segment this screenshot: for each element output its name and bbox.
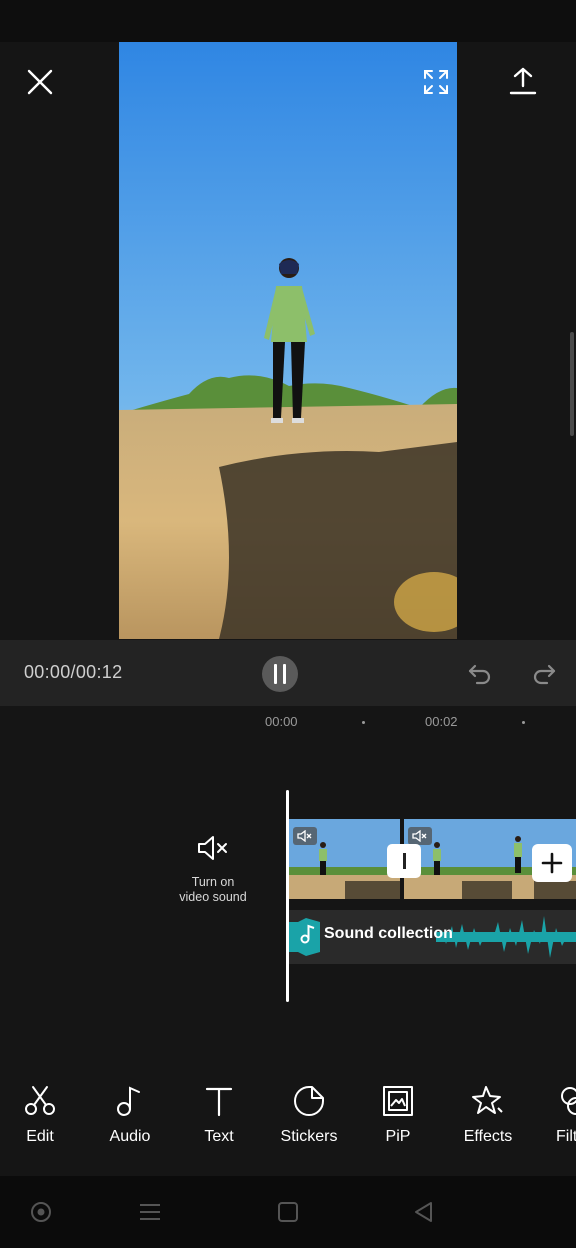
home-icon bbox=[278, 1202, 298, 1222]
system-nav-bar bbox=[0, 1176, 576, 1248]
fullscreen-icon bbox=[424, 70, 448, 94]
add-clip-button[interactable] bbox=[532, 844, 572, 882]
undo-icon bbox=[468, 664, 491, 685]
clip-muted-badge bbox=[408, 827, 432, 845]
ruler-dot bbox=[522, 721, 525, 724]
close-icon bbox=[27, 69, 53, 95]
video-preview-frame[interactable] bbox=[119, 42, 457, 639]
tool-label: Text bbox=[204, 1128, 234, 1145]
ruler-tick: 00:00 bbox=[265, 714, 298, 729]
tool-text[interactable]: Text bbox=[179, 1084, 259, 1154]
redo-button[interactable] bbox=[526, 656, 562, 692]
time-ruler: 00:00 00:02 bbox=[0, 706, 576, 736]
pip-icon bbox=[383, 1086, 413, 1116]
menu-icon bbox=[140, 1204, 160, 1220]
transition-icon bbox=[402, 853, 406, 869]
export-upload-icon bbox=[509, 67, 537, 95]
music-note-icon bbox=[117, 1086, 140, 1116]
tool-stickers[interactable]: Stickers bbox=[269, 1084, 349, 1154]
tool-edit[interactable]: Edit bbox=[0, 1084, 80, 1154]
speaker-muted-icon bbox=[198, 836, 227, 860]
status-bar bbox=[0, 0, 576, 42]
timecode: 00:00/00:12 bbox=[24, 662, 123, 682]
pause-icon-bar bbox=[274, 664, 277, 684]
assistant-icon bbox=[31, 1202, 51, 1222]
video-preview-area bbox=[0, 42, 576, 640]
playhead[interactable] bbox=[286, 790, 289, 1002]
video-sound-label-line1: Turn on bbox=[191, 875, 235, 889]
scroll-indicator[interactable] bbox=[570, 332, 574, 436]
video-clip[interactable] bbox=[289, 819, 400, 899]
tool-label: Filt bbox=[556, 1128, 576, 1145]
turn-on-video-sound-button[interactable]: Turn on video sound bbox=[170, 834, 256, 905]
transition-button[interactable] bbox=[387, 844, 421, 878]
scissors-icon bbox=[25, 1086, 55, 1115]
effects-star-icon bbox=[472, 1086, 503, 1114]
tool-label: Audio bbox=[109, 1128, 151, 1145]
audio-track[interactable]: Sound collection bbox=[286, 910, 576, 964]
nav-home-button[interactable] bbox=[274, 1198, 302, 1226]
video-sound-label-line2: video sound bbox=[179, 890, 247, 904]
audio-clip-label: Sound collection bbox=[300, 924, 453, 944]
tool-label: Effects bbox=[463, 1128, 513, 1145]
nav-back-button[interactable] bbox=[410, 1198, 438, 1226]
plus-icon bbox=[541, 852, 563, 874]
pause-button[interactable] bbox=[262, 656, 298, 692]
clip-muted-badge bbox=[293, 827, 317, 845]
nav-menu-button[interactable] bbox=[136, 1198, 164, 1226]
music-note-icon bbox=[300, 924, 315, 944]
undo-button[interactable] bbox=[462, 656, 498, 692]
speaker-muted-icon bbox=[412, 830, 427, 842]
tool-audio[interactable]: Audio bbox=[90, 1084, 170, 1154]
bottom-toolbar: Edit Audio Text Stickers PiP Effects Fil… bbox=[0, 1076, 576, 1176]
ruler-tick: 00:02 bbox=[425, 714, 458, 729]
tool-pip[interactable]: PiP bbox=[358, 1084, 438, 1154]
tool-effects[interactable]: Effects bbox=[448, 1084, 528, 1154]
redo-icon bbox=[533, 664, 556, 685]
pause-icon-bar bbox=[283, 664, 286, 684]
close-button[interactable] bbox=[18, 60, 62, 104]
back-icon bbox=[415, 1202, 432, 1222]
speaker-muted-icon bbox=[297, 830, 312, 842]
text-icon bbox=[205, 1087, 233, 1117]
audio-clip-title: Sound collection bbox=[324, 925, 453, 942]
playback-controls-bar: 00:00/00:12 bbox=[0, 640, 576, 706]
timeline-panel[interactable]: 00:00 00:02 Turn on video sound Sound co… bbox=[0, 706, 576, 1076]
video-frame-image bbox=[119, 42, 457, 639]
fullscreen-button[interactable] bbox=[414, 60, 458, 104]
filters-icon bbox=[561, 1087, 576, 1115]
export-button[interactable] bbox=[500, 58, 546, 104]
sticker-icon bbox=[294, 1086, 324, 1116]
ruler-dot bbox=[362, 721, 365, 724]
nav-assistant-button[interactable] bbox=[27, 1198, 55, 1226]
tool-label: Edit bbox=[26, 1128, 54, 1145]
tool-label: Stickers bbox=[280, 1128, 338, 1145]
tool-label: PiP bbox=[385, 1128, 411, 1145]
tool-filters[interactable]: Filt bbox=[536, 1084, 576, 1154]
